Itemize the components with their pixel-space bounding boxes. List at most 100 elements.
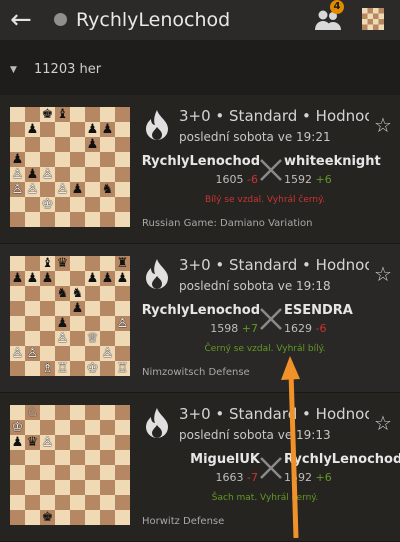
- board-square: [40, 346, 55, 361]
- board-square: ♘: [25, 405, 40, 420]
- blitz-flame-icon: [146, 259, 168, 289]
- board-square: [85, 212, 100, 227]
- board-square: [55, 405, 70, 420]
- bookmark-star-icon[interactable]: ☆: [374, 411, 392, 435]
- board-square: [85, 510, 100, 525]
- board-square: [70, 331, 85, 346]
- board-square: [10, 137, 25, 152]
- board-square: ♟: [115, 271, 130, 286]
- board-square: [10, 480, 25, 495]
- game-card[interactable]: ♝ ♛ ♜ ♟ ♟ ♟ ♟ ♟ ♟ ♞ ♞ ♟ ♟ ♙ ♙ ♕ ♙ ♙ ♙ ♗ ♖ ♔ ♖ 3+0 • Standard •…: [0, 244, 400, 393]
- board-square: [10, 465, 25, 480]
- board-square: ♙: [25, 182, 40, 197]
- board-square: [100, 137, 115, 152]
- game-date: poslední sobota ve 19:21: [179, 130, 331, 144]
- board-square: [70, 435, 85, 450]
- board-square: [55, 420, 70, 435]
- board-square: [85, 197, 100, 212]
- board-square: ♙: [100, 346, 115, 361]
- board-square: [70, 465, 85, 480]
- game-heading: 3+0 • Standard • Hodnocená: [179, 107, 369, 125]
- board-square: [40, 182, 55, 197]
- black-player-name: ESENDRA: [284, 303, 353, 318]
- board-square: ♕: [85, 331, 100, 346]
- board-square: [115, 167, 130, 182]
- board-square: [70, 495, 85, 510]
- black-rating: 1629 -6: [284, 322, 327, 335]
- board-square: [40, 405, 55, 420]
- board-square: [100, 510, 115, 525]
- game-result: Bílý se vzdal. Vyhrál černý.: [204, 195, 326, 205]
- board-square: [85, 107, 100, 122]
- board-square: [10, 197, 25, 212]
- board-square: [115, 435, 130, 450]
- board-square: [85, 346, 100, 361]
- game-card[interactable]: ♚ ♝ ♟ ♟ ♟ ♟ ♟ ♙ ♟ ♙ ♙ ♙ ♙ ♟ ♞ ♔ 3+0 • Standard • Hodnoc…: [0, 95, 400, 244]
- board-square: [25, 286, 40, 301]
- board-square: [55, 271, 70, 286]
- board-square: [85, 256, 100, 271]
- board-square: [10, 450, 25, 465]
- board-square: [55, 465, 70, 480]
- board-square: ♟: [85, 122, 100, 137]
- board-square: [70, 137, 85, 152]
- board-square: [10, 405, 25, 420]
- opening-name: Horwitz Defense: [142, 516, 225, 527]
- game-card[interactable]: ♘♔♟♛♙ ♚ 3+0 • Standard • Hodnocená posled…: [0, 393, 400, 542]
- board-square: ♙: [40, 167, 55, 182]
- board-square: [40, 316, 55, 331]
- board-square: ♟: [10, 435, 25, 450]
- back-arrow-icon[interactable]: ←: [10, 4, 32, 36]
- board-square: [115, 420, 130, 435]
- board-square: [115, 182, 130, 197]
- game-result: Šach mat. Vyhrál černý.: [211, 493, 319, 503]
- board-square: [100, 331, 115, 346]
- bookmark-star-icon[interactable]: ☆: [374, 113, 392, 137]
- board-square: ♔: [10, 420, 25, 435]
- board-square: [55, 152, 70, 167]
- board-square: ♟: [70, 301, 85, 316]
- board-square: [55, 495, 70, 510]
- board-square: [55, 137, 70, 152]
- board-icon[interactable]: [362, 8, 384, 30]
- white-player-name: RychlyLenochod: [141, 154, 260, 169]
- board-square: ♗: [40, 361, 55, 376]
- board-square: ♟: [100, 271, 115, 286]
- board-square: [115, 197, 130, 212]
- blitz-flame-icon: [146, 110, 168, 140]
- board-square: [70, 256, 85, 271]
- board-square: [115, 480, 130, 495]
- board-square: [10, 331, 25, 346]
- board-square: [100, 167, 115, 182]
- white-player-name: RychlyLenochod: [141, 303, 260, 318]
- board-square: [25, 152, 40, 167]
- board-preview: ♘ ♔ ♟ ♛ ♙ ♚: [10, 405, 130, 525]
- board-square: ♞: [100, 182, 115, 197]
- board-square: [100, 495, 115, 510]
- board-square: [55, 480, 70, 495]
- board-square: [70, 480, 85, 495]
- crossed-swords-icon: [260, 457, 282, 479]
- board-square: [40, 420, 55, 435]
- game-result: Černý se vzdal. Vyhrál bílý.: [204, 344, 326, 354]
- board-square: ♟: [40, 271, 55, 286]
- board-square: ♟: [55, 316, 70, 331]
- board-square: [100, 420, 115, 435]
- board-square: ♟: [25, 271, 40, 286]
- board-square: [70, 271, 85, 286]
- black-player-name: whiteeknight: [284, 154, 381, 169]
- bookmark-star-icon[interactable]: ☆: [374, 262, 392, 286]
- board-square: [70, 510, 85, 525]
- board-square: [40, 331, 55, 346]
- board-square: [85, 182, 100, 197]
- board-square: [55, 450, 70, 465]
- games-count-row[interactable]: ▼ 11203 her: [0, 40, 400, 95]
- board-square: [100, 152, 115, 167]
- board-square: [10, 212, 25, 227]
- board-square: ♛: [25, 435, 40, 450]
- board-square: [100, 212, 115, 227]
- board-square: ♟: [10, 152, 25, 167]
- expand-triangle-icon[interactable]: ▼: [10, 65, 17, 75]
- board-square: [10, 510, 25, 525]
- board-square: [115, 450, 130, 465]
